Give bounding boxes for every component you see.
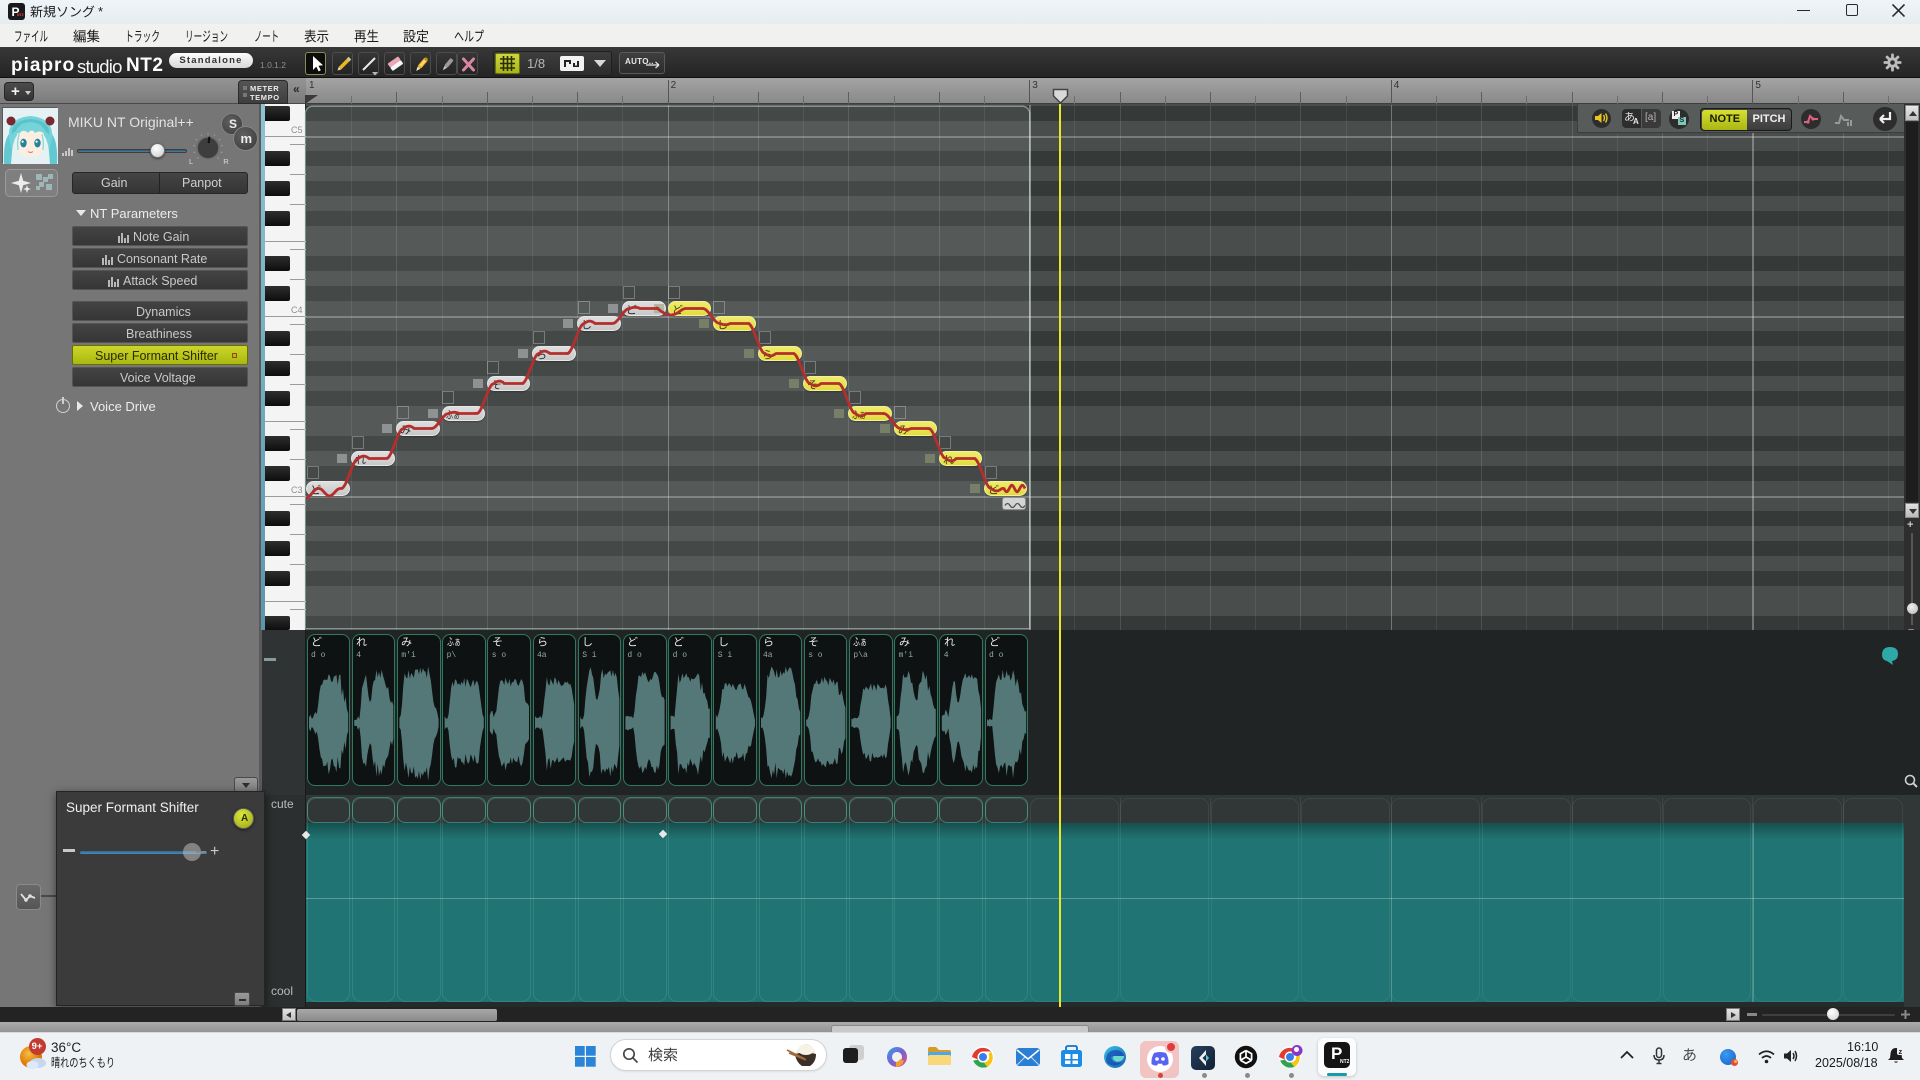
svg-text:z: z [1899, 1047, 1903, 1056]
